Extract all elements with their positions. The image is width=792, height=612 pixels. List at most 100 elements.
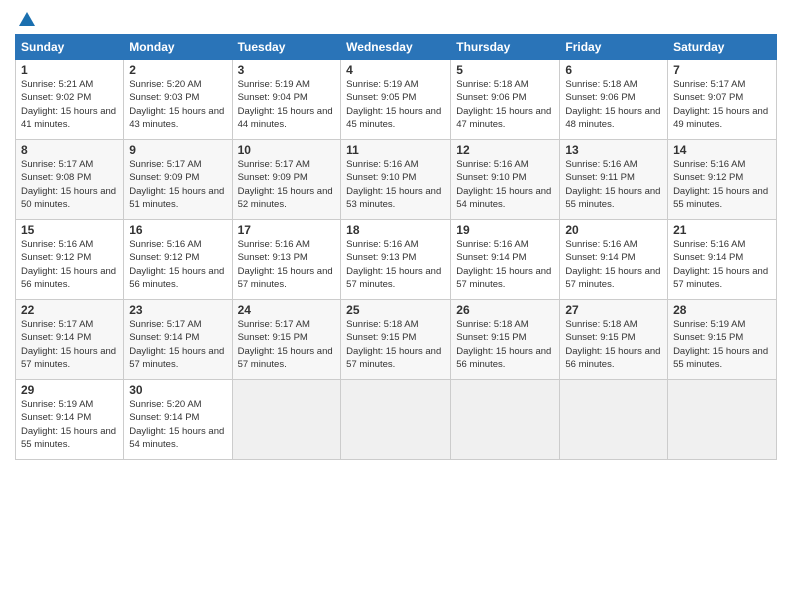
day-cell: 26 Sunrise: 5:18 AMSunset: 9:15 PMDaylig… [451,300,560,380]
day-cell [668,380,777,460]
day-cell: 5 Sunrise: 5:18 AMSunset: 9:06 PMDayligh… [451,60,560,140]
week-row-1: 1 Sunrise: 5:21 AMSunset: 9:02 PMDayligh… [16,60,777,140]
day-number: 20 [565,223,662,237]
col-header-friday: Friday [560,35,668,60]
col-header-thursday: Thursday [451,35,560,60]
day-cell: 7 Sunrise: 5:17 AMSunset: 9:07 PMDayligh… [668,60,777,140]
day-info: Sunrise: 5:16 AMSunset: 9:10 PMDaylight:… [456,159,551,210]
day-cell: 3 Sunrise: 5:19 AMSunset: 9:04 PMDayligh… [232,60,341,140]
day-number: 14 [673,143,771,157]
day-cell: 6 Sunrise: 5:18 AMSunset: 9:06 PMDayligh… [560,60,668,140]
day-info: Sunrise: 5:19 AMSunset: 9:15 PMDaylight:… [673,319,768,370]
col-header-monday: Monday [124,35,232,60]
day-number: 23 [129,303,226,317]
day-number: 27 [565,303,662,317]
day-cell: 1 Sunrise: 5:21 AMSunset: 9:02 PMDayligh… [16,60,124,140]
day-number: 26 [456,303,554,317]
day-cell: 14 Sunrise: 5:16 AMSunset: 9:12 PMDaylig… [668,140,777,220]
day-number: 29 [21,383,118,397]
day-info: Sunrise: 5:17 AMSunset: 9:09 PMDaylight:… [129,159,224,210]
day-info: Sunrise: 5:19 AMSunset: 9:14 PMDaylight:… [21,399,116,450]
day-info: Sunrise: 5:18 AMSunset: 9:06 PMDaylight:… [456,79,551,130]
day-info: Sunrise: 5:18 AMSunset: 9:15 PMDaylight:… [346,319,441,370]
day-info: Sunrise: 5:16 AMSunset: 9:13 PMDaylight:… [346,239,441,290]
day-number: 16 [129,223,226,237]
day-info: Sunrise: 5:17 AMSunset: 9:14 PMDaylight:… [21,319,116,370]
day-info: Sunrise: 5:16 AMSunset: 9:14 PMDaylight:… [565,239,660,290]
day-number: 3 [238,63,336,77]
day-cell [341,380,451,460]
week-row-4: 22 Sunrise: 5:17 AMSunset: 9:14 PMDaylig… [16,300,777,380]
day-number: 18 [346,223,445,237]
day-cell [451,380,560,460]
day-info: Sunrise: 5:16 AMSunset: 9:12 PMDaylight:… [673,159,768,210]
day-info: Sunrise: 5:17 AMSunset: 9:09 PMDaylight:… [238,159,333,210]
day-number: 12 [456,143,554,157]
day-info: Sunrise: 5:20 AMSunset: 9:03 PMDaylight:… [129,79,224,130]
day-cell: 13 Sunrise: 5:16 AMSunset: 9:11 PMDaylig… [560,140,668,220]
day-number: 6 [565,63,662,77]
day-cell: 23 Sunrise: 5:17 AMSunset: 9:14 PMDaylig… [124,300,232,380]
day-cell: 18 Sunrise: 5:16 AMSunset: 9:13 PMDaylig… [341,220,451,300]
day-cell: 21 Sunrise: 5:16 AMSunset: 9:14 PMDaylig… [668,220,777,300]
day-info: Sunrise: 5:18 AMSunset: 9:06 PMDaylight:… [565,79,660,130]
day-cell: 29 Sunrise: 5:19 AMSunset: 9:14 PMDaylig… [16,380,124,460]
day-number: 19 [456,223,554,237]
day-cell: 22 Sunrise: 5:17 AMSunset: 9:14 PMDaylig… [16,300,124,380]
day-info: Sunrise: 5:17 AMSunset: 9:08 PMDaylight:… [21,159,116,210]
col-header-saturday: Saturday [668,35,777,60]
day-number: 5 [456,63,554,77]
day-info: Sunrise: 5:17 AMSunset: 9:14 PMDaylight:… [129,319,224,370]
logo-icon [17,10,37,30]
day-cell: 24 Sunrise: 5:17 AMSunset: 9:15 PMDaylig… [232,300,341,380]
day-info: Sunrise: 5:16 AMSunset: 9:10 PMDaylight:… [346,159,441,210]
day-info: Sunrise: 5:20 AMSunset: 9:14 PMDaylight:… [129,399,224,450]
day-number: 21 [673,223,771,237]
day-number: 9 [129,143,226,157]
day-number: 11 [346,143,445,157]
day-number: 4 [346,63,445,77]
day-number: 1 [21,63,118,77]
day-number: 22 [21,303,118,317]
day-cell: 15 Sunrise: 5:16 AMSunset: 9:12 PMDaylig… [16,220,124,300]
day-info: Sunrise: 5:19 AMSunset: 9:05 PMDaylight:… [346,79,441,130]
day-number: 25 [346,303,445,317]
day-cell: 11 Sunrise: 5:16 AMSunset: 9:10 PMDaylig… [341,140,451,220]
day-info: Sunrise: 5:16 AMSunset: 9:12 PMDaylight:… [21,239,116,290]
day-cell: 16 Sunrise: 5:16 AMSunset: 9:12 PMDaylig… [124,220,232,300]
day-cell: 17 Sunrise: 5:16 AMSunset: 9:13 PMDaylig… [232,220,341,300]
day-cell: 2 Sunrise: 5:20 AMSunset: 9:03 PMDayligh… [124,60,232,140]
logo [15,10,37,30]
day-cell: 28 Sunrise: 5:19 AMSunset: 9:15 PMDaylig… [668,300,777,380]
day-cell: 10 Sunrise: 5:17 AMSunset: 9:09 PMDaylig… [232,140,341,220]
day-number: 7 [673,63,771,77]
day-number: 2 [129,63,226,77]
day-cell: 20 Sunrise: 5:16 AMSunset: 9:14 PMDaylig… [560,220,668,300]
day-info: Sunrise: 5:18 AMSunset: 9:15 PMDaylight:… [565,319,660,370]
day-cell [232,380,341,460]
day-number: 8 [21,143,118,157]
day-info: Sunrise: 5:19 AMSunset: 9:04 PMDaylight:… [238,79,333,130]
day-cell: 4 Sunrise: 5:19 AMSunset: 9:05 PMDayligh… [341,60,451,140]
day-info: Sunrise: 5:16 AMSunset: 9:13 PMDaylight:… [238,239,333,290]
day-cell: 30 Sunrise: 5:20 AMSunset: 9:14 PMDaylig… [124,380,232,460]
day-info: Sunrise: 5:17 AMSunset: 9:07 PMDaylight:… [673,79,768,130]
day-cell: 19 Sunrise: 5:16 AMSunset: 9:14 PMDaylig… [451,220,560,300]
day-number: 30 [129,383,226,397]
day-number: 10 [238,143,336,157]
header [15,10,777,26]
day-number: 13 [565,143,662,157]
week-row-5: 29 Sunrise: 5:19 AMSunset: 9:14 PMDaylig… [16,380,777,460]
col-header-wednesday: Wednesday [341,35,451,60]
week-row-2: 8 Sunrise: 5:17 AMSunset: 9:08 PMDayligh… [16,140,777,220]
day-number: 15 [21,223,118,237]
col-header-tuesday: Tuesday [232,35,341,60]
day-info: Sunrise: 5:16 AMSunset: 9:12 PMDaylight:… [129,239,224,290]
day-cell [560,380,668,460]
day-number: 24 [238,303,336,317]
day-info: Sunrise: 5:16 AMSunset: 9:11 PMDaylight:… [565,159,660,210]
day-info: Sunrise: 5:16 AMSunset: 9:14 PMDaylight:… [456,239,551,290]
day-number: 17 [238,223,336,237]
page: SundayMondayTuesdayWednesdayThursdayFrid… [0,0,792,612]
day-number: 28 [673,303,771,317]
